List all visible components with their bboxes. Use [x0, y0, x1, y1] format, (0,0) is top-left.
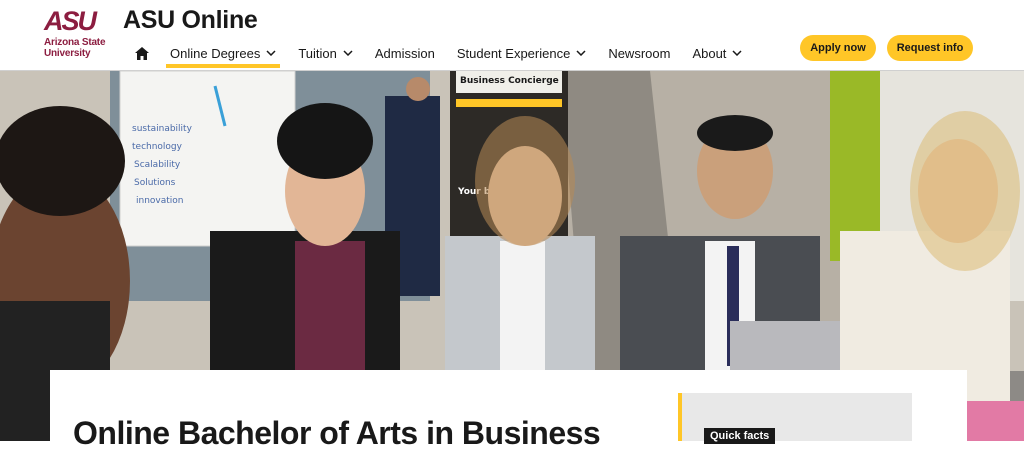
asu-logo[interactable]: ASU Arizona State University	[44, 8, 114, 64]
nav-label: About	[692, 45, 727, 61]
asu-logo-mark: ASU	[44, 8, 114, 35]
chevron-down-icon	[576, 48, 586, 58]
chevron-down-icon	[266, 48, 276, 58]
whiteboard-word: technology	[132, 142, 183, 152]
nav-label: Newsroom	[608, 45, 671, 61]
nav-about[interactable]: About	[688, 38, 746, 68]
nav-label: Admission	[374, 45, 435, 61]
nav-label: Online Degrees	[170, 45, 261, 61]
quick-facts-label: Quick facts	[704, 428, 776, 444]
request-info-button[interactable]: Request info	[887, 35, 973, 61]
chevron-down-icon	[343, 48, 353, 58]
nav-label: Tuition	[298, 45, 337, 61]
quick-facts-panel: Quick facts	[678, 393, 912, 444]
nav-admission[interactable]: Admission	[371, 38, 439, 68]
apply-now-button[interactable]: Apply now	[800, 35, 876, 61]
site-header: ASU Arizona State University ASU Online …	[0, 0, 1024, 71]
whiteboard-word: Solutions	[134, 178, 176, 188]
site-title[interactable]: ASU Online	[123, 6, 258, 35]
page-title: Online Bachelor of Arts in Business	[73, 415, 601, 452]
home-icon[interactable]	[131, 38, 153, 68]
nav-student-experience[interactable]: Student Experience	[453, 38, 590, 68]
nav-newsroom[interactable]: Newsroom	[604, 38, 674, 68]
whiteboard-word: Scalability	[134, 160, 181, 170]
whiteboard-word: innovation	[136, 196, 184, 206]
asu-logo-text: Arizona State University	[44, 37, 114, 59]
nav-tuition[interactable]: Tuition	[294, 38, 357, 68]
chevron-down-icon	[732, 48, 742, 58]
main-nav: Online Degrees Tuition Admission Student…	[131, 38, 760, 68]
logo-line-2: University	[44, 48, 91, 59]
nav-label: Student Experience	[456, 45, 571, 61]
banner-title: Business Concierge	[460, 76, 559, 86]
whiteboard-word: sustainability	[132, 124, 193, 134]
nav-online-degrees[interactable]: Online Degrees	[166, 38, 281, 68]
logo-line-1: Arizona State	[44, 37, 106, 48]
program-card: Online Bachelor of Arts in Business Quic…	[50, 370, 967, 451]
